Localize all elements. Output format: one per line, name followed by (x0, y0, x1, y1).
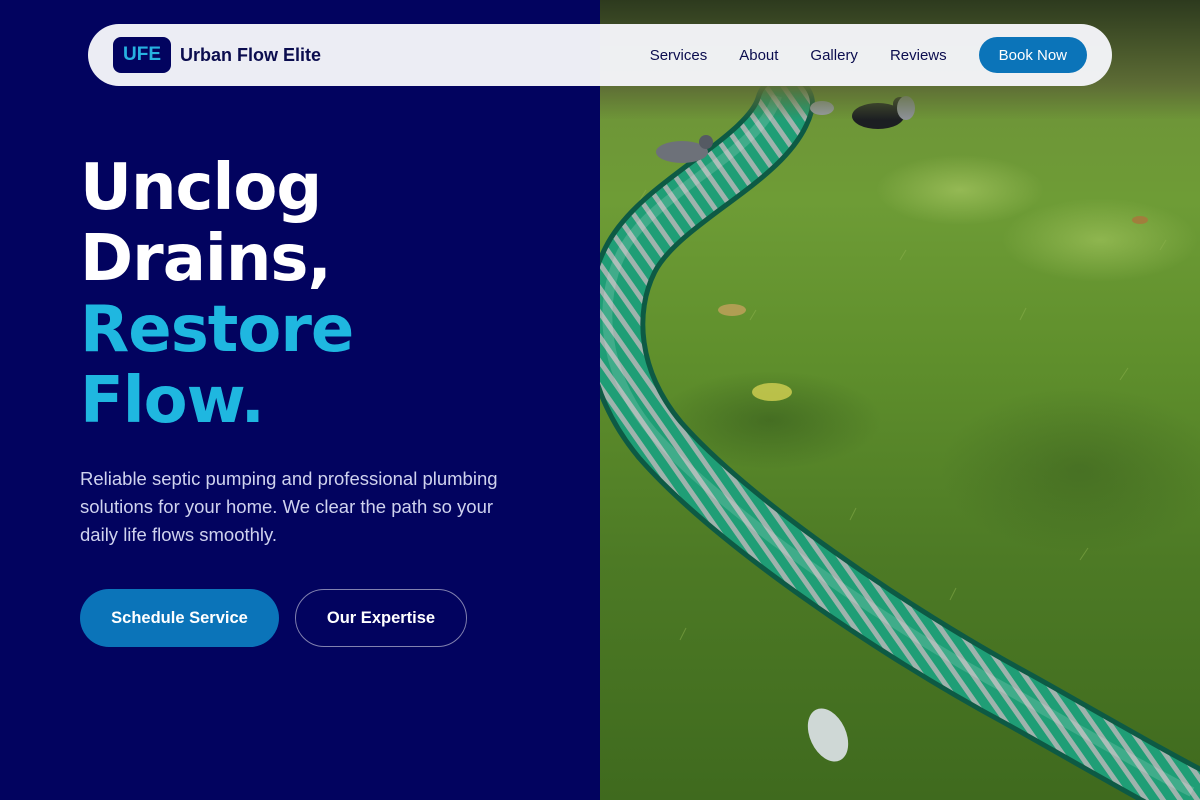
hero-title-line-2: Drains, (80, 222, 332, 296)
nav-links: Services About Gallery Reviews Book Now (650, 37, 1087, 73)
nav-link-services[interactable]: Services (650, 47, 708, 64)
nav-link-about[interactable]: About (739, 47, 778, 64)
hose-scene-illustration (600, 74, 1200, 800)
hero-title: Unclog Drains, Restore Flow. (80, 151, 354, 438)
nav-link-gallery[interactable]: Gallery (810, 47, 858, 64)
book-now-button[interactable]: Book Now (978, 37, 1087, 73)
nav-link-reviews[interactable]: Reviews (890, 47, 947, 64)
schedule-service-button[interactable]: Schedule Service (80, 589, 279, 647)
hero-description: Reliable septic pumping and professional… (80, 468, 498, 545)
hero-title-line-1: Unclog (80, 151, 322, 225)
brand-name[interactable]: Urban Flow Elite (180, 45, 321, 66)
navbar: UFE Urban Flow Elite Services About Gall… (88, 24, 1112, 86)
hero-title-line-4: Flow. (80, 364, 265, 438)
hero-image (600, 0, 1200, 800)
our-expertise-button[interactable]: Our Expertise (295, 589, 467, 647)
hero-title-line-3: Restore (80, 293, 354, 367)
logo-badge[interactable]: UFE (113, 37, 171, 73)
